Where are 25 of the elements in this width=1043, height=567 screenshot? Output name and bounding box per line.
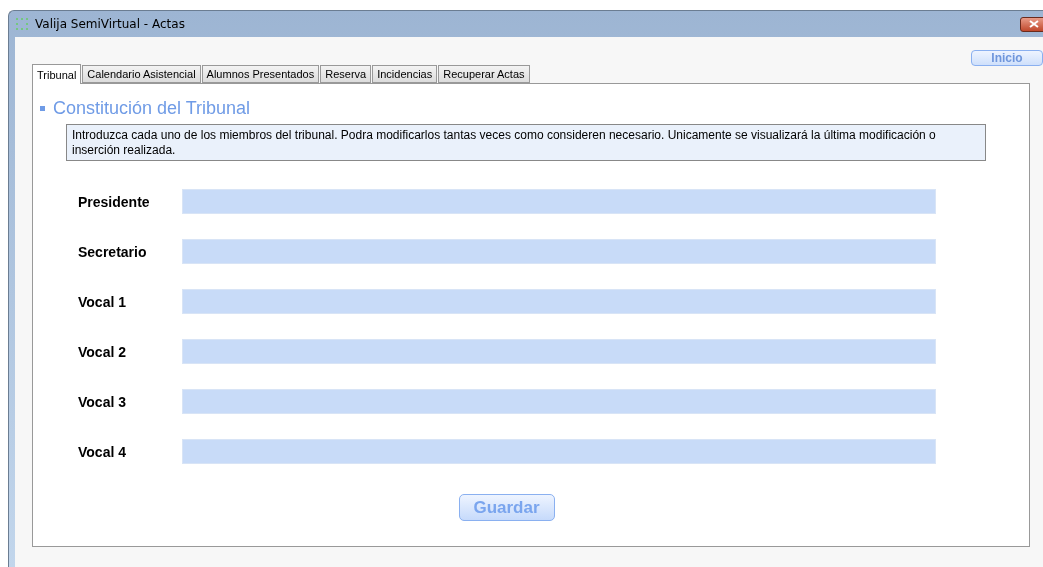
field-label: Presidente (77, 193, 151, 210)
input-field[interactable] (182, 389, 936, 414)
close-icon (1029, 20, 1039, 28)
input-field[interactable] (182, 439, 936, 464)
dots-icon (15, 17, 29, 31)
tab[interactable]: Tribunal (32, 64, 82, 84)
field-label: Vocal 2 (77, 343, 127, 360)
tab[interactable]: Incidencias (372, 65, 438, 83)
input-field[interactable] (182, 239, 936, 264)
field-label: Vocal 1 (77, 293, 127, 310)
input-field[interactable] (182, 289, 936, 314)
field-label: Vocal 3 (77, 393, 127, 410)
tab[interactable]: Reserva (320, 65, 372, 83)
tab[interactable]: Recuperar Actas (438, 65, 530, 83)
bullet-icon (40, 106, 45, 111)
section-title: Constitución del Tribunal (53, 98, 251, 119)
tab[interactable]: Alumnos Presentados (201, 65, 320, 83)
input-field[interactable] (182, 339, 936, 364)
info-note: Introduzca cada uno de los miembros del tribunal. Podra modificarlos tantas veces como consideren necesario. Unicamente se visualizará la última modificación o inserción realizada. (66, 124, 986, 161)
window-title: Valija SemiVirtual - Actas (35, 17, 186, 31)
field-label: Secretario (77, 243, 148, 260)
close-button[interactable] (1020, 16, 1043, 32)
field-label: Vocal 4 (77, 443, 127, 460)
tab[interactable]: Calendario Asistencial (82, 65, 201, 83)
input-field[interactable] (182, 189, 936, 214)
